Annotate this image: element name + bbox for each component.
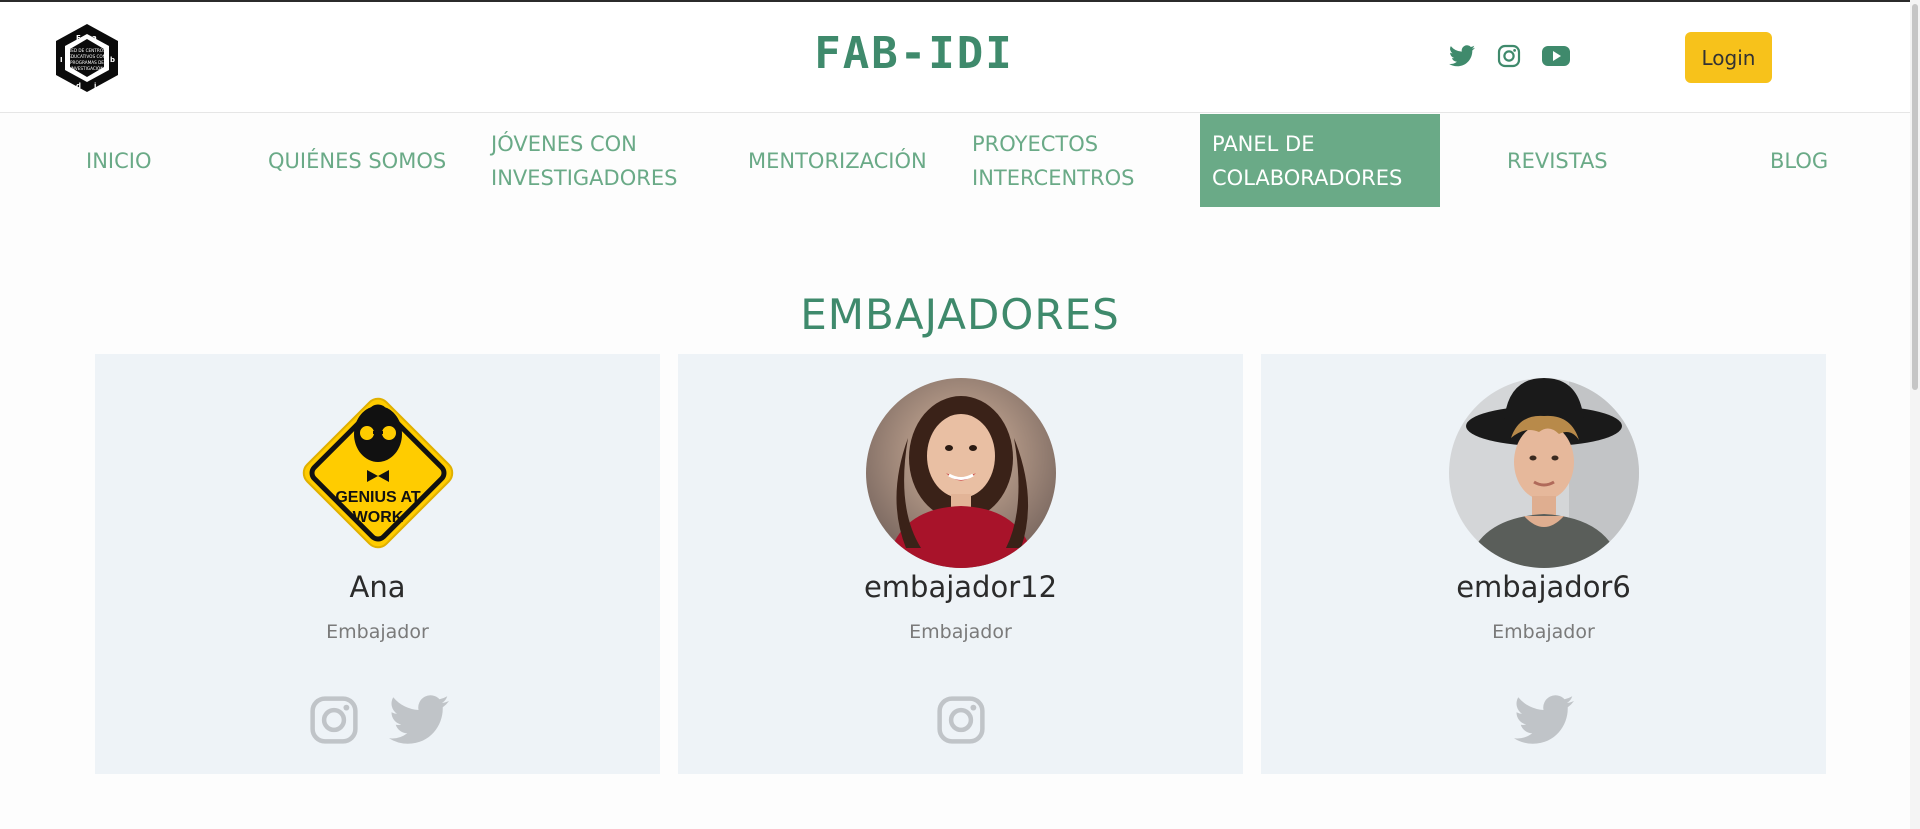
main-nav: INICIO QUIÉNES SOMOS JÓVENES CON INVESTIG… xyxy=(0,114,1920,207)
ambassador-socials xyxy=(1261,690,1826,750)
page-scrollbar[interactable] xyxy=(1910,0,1920,829)
ambassador-card: embajador12 Embajador xyxy=(678,354,1243,774)
ambassador-role: Embajador xyxy=(909,621,1012,643)
instagram-icon[interactable] xyxy=(1495,42,1523,70)
login-button[interactable]: Login xyxy=(1685,32,1772,83)
nav-item-inicio[interactable]: INICIO xyxy=(86,114,151,207)
ambassador-role: Embajador xyxy=(1492,621,1595,643)
nav-item-proyectos-intercentros[interactable]: PROYECTOS INTERCENTROS xyxy=(972,114,1134,207)
ambassador-card: embajador6 Embajador xyxy=(1261,354,1826,774)
ambassador-role: Embajador xyxy=(326,621,429,643)
section-title: EMBAJADORES xyxy=(800,290,1120,339)
nav-item-mentorizacion[interactable]: MENTORIZACIÓN xyxy=(748,114,927,207)
ambassador-socials xyxy=(95,690,660,750)
instagram-icon[interactable] xyxy=(934,693,988,747)
nav-item-jovenes-con-investigadores[interactable]: JÓVENES CON INVESTIGADORES xyxy=(491,114,677,207)
avatar: GENIUS AT WORK xyxy=(283,378,473,568)
twitter-icon[interactable] xyxy=(388,695,449,745)
svg-text:WORK: WORK xyxy=(353,509,404,526)
nav-item-blog[interactable]: BLOG xyxy=(1770,114,1828,207)
avatar xyxy=(866,378,1056,568)
svg-text:GENIUS AT: GENIUS AT xyxy=(335,489,421,506)
twitter-icon[interactable] xyxy=(1513,695,1574,745)
ambassador-socials xyxy=(678,690,1243,750)
avatar xyxy=(1449,378,1639,568)
ambassador-name: embajador6 xyxy=(1456,570,1631,604)
ambassador-card: GENIUS AT WORK Ana Embajador xyxy=(95,354,660,774)
svg-text:i: i xyxy=(94,82,96,90)
youtube-icon[interactable] xyxy=(1542,42,1570,70)
twitter-icon[interactable] xyxy=(1448,42,1476,70)
nav-item-revistas[interactable]: REVISTAS xyxy=(1507,114,1608,207)
scrollbar-thumb[interactable] xyxy=(1912,4,1918,390)
ambassador-name: Ana xyxy=(349,570,406,604)
nav-item-panel-de-colaboradores[interactable]: PANEL DE COLABORADORES xyxy=(1200,114,1440,207)
ambassador-name: embajador12 xyxy=(863,570,1058,604)
instagram-icon[interactable] xyxy=(307,693,361,747)
svg-text:d: d xyxy=(76,82,81,90)
nav-item-quienes-somos[interactable]: QUIÉNES SOMOS xyxy=(268,114,446,207)
site-header: RED DE CENTROS EDUCATIVOS CON PROGRAMAS … xyxy=(0,2,1920,113)
